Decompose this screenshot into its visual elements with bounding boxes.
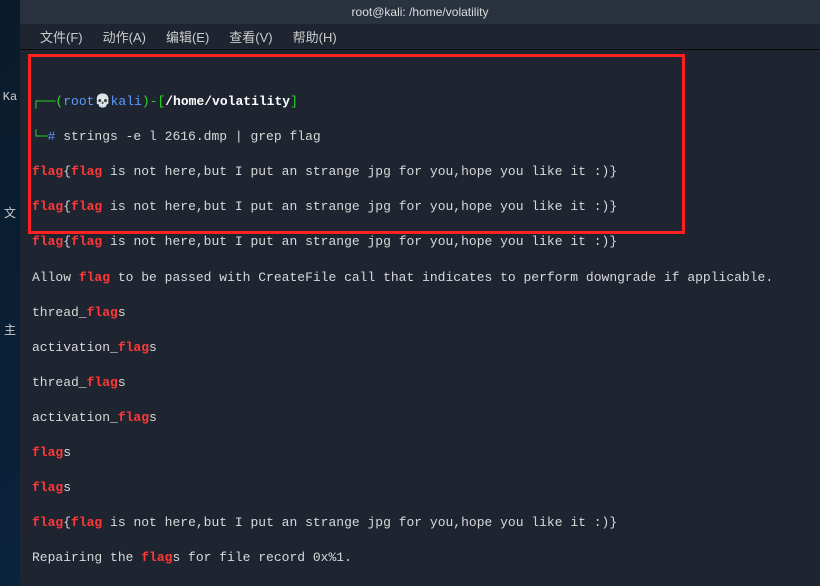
output-line: thread_flags [32, 304, 808, 322]
desktop-icon[interactable]: Ka [1, 90, 19, 104]
prompt-line-2: └─# strings -e l 2616.dmp | grep flag [32, 128, 808, 146]
menu-edit[interactable]: 编辑(E) [166, 27, 209, 46]
output-line: activation_flags [32, 339, 808, 357]
output-line: flag{flag is not here,but I put an stran… [32, 233, 808, 251]
output-line: flag{flag is not here,but I put an stran… [32, 514, 808, 532]
menu-action[interactable]: 动作(A) [103, 27, 146, 46]
desktop-icon[interactable]: 文 [1, 204, 19, 221]
terminal-window: root@kali: /home/volatility 文件(F) 动作(A) … [20, 0, 820, 586]
prompt-line-1: ┌──(root💀kali)-[/home/volatility] [32, 93, 808, 111]
terminal-output[interactable]: ┌──(root💀kali)-[/home/volatility] └─# st… [20, 50, 820, 586]
output-line: activation_flags [32, 409, 808, 427]
output-line: flags [32, 479, 808, 497]
output-line: flag{flag is not here,but I put an stran… [32, 198, 808, 216]
menu-help[interactable]: 帮助(H) [293, 27, 337, 46]
menu-file[interactable]: 文件(F) [40, 27, 83, 46]
output-line: flags [32, 444, 808, 462]
desktop-left-icons: Ka 文 主 [0, 80, 20, 580]
window-titlebar[interactable]: root@kali: /home/volatility [20, 0, 820, 24]
menubar: 文件(F) 动作(A) 编辑(E) 查看(V) 帮助(H) [20, 24, 820, 50]
output-line: Repairing the flags for file record 0x%1… [32, 549, 808, 567]
window-title: root@kali: /home/volatility [352, 5, 489, 19]
output-line: flag{flag is not here,but I put an stran… [32, 163, 808, 181]
menu-view[interactable]: 查看(V) [229, 27, 272, 46]
skull-icon: 💀 [94, 94, 110, 109]
output-line: Allow flag to be passed with CreateFile … [32, 269, 808, 287]
output-line: thread_flags [32, 374, 808, 392]
desktop-icon[interactable]: 主 [1, 321, 19, 338]
